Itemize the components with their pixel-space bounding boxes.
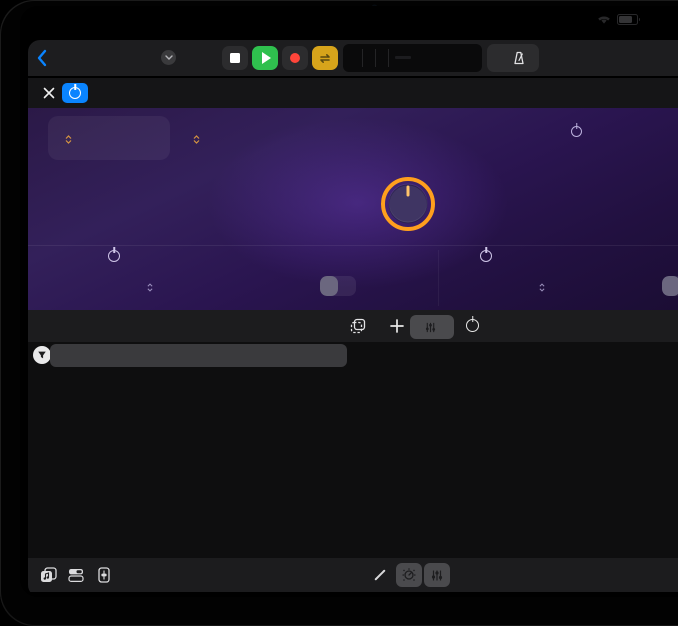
back-chevron-icon[interactable] bbox=[36, 49, 47, 67]
chevron-updown-icon bbox=[539, 283, 545, 292]
pencil-icon[interactable] bbox=[374, 569, 385, 580]
close-icon[interactable] bbox=[43, 87, 55, 99]
power-icon bbox=[571, 126, 582, 137]
low-cut-resonance[interactable] bbox=[256, 274, 312, 277]
pre-button[interactable] bbox=[320, 276, 338, 296]
plugin-power-button[interactable] bbox=[62, 83, 88, 103]
ipad-device bbox=[0, 0, 678, 626]
battery-icon bbox=[617, 14, 638, 25]
chevron-updown-icon bbox=[193, 135, 200, 144]
faders-view-button[interactable] bbox=[424, 563, 450, 587]
funnel-icon bbox=[37, 350, 47, 360]
style-select[interactable] bbox=[176, 116, 266, 160]
play-icon bbox=[262, 52, 271, 64]
metronome-icon[interactable] bbox=[512, 51, 526, 65]
power-icon bbox=[480, 250, 492, 262]
stop-icon bbox=[230, 53, 240, 63]
wifi-icon bbox=[597, 15, 611, 25]
filter-tracks-button[interactable] bbox=[33, 346, 51, 364]
power-icon bbox=[69, 87, 81, 99]
level-control[interactable] bbox=[661, 120, 678, 123]
drive-knob[interactable] bbox=[378, 174, 438, 234]
high-cut-frequency[interactable] bbox=[565, 274, 625, 277]
add-icon[interactable] bbox=[390, 319, 404, 333]
plugin-browser-icon[interactable] bbox=[68, 567, 84, 583]
chevron-updown-icon bbox=[147, 283, 153, 292]
mixer-overview-window[interactable] bbox=[50, 344, 347, 367]
stop-button[interactable] bbox=[222, 46, 248, 70]
chromaglow-plugin-panel bbox=[28, 108, 678, 310]
mixer-power-button[interactable] bbox=[466, 319, 479, 332]
low-cut-prepost-toggle bbox=[320, 276, 356, 296]
model-value bbox=[62, 135, 72, 144]
controls-view-button[interactable] bbox=[396, 563, 422, 587]
power-icon bbox=[108, 250, 120, 262]
lcd-display[interactable] bbox=[343, 44, 482, 72]
loop-browser-icon[interactable] bbox=[40, 567, 57, 583]
duplicate-icon[interactable] bbox=[350, 318, 366, 334]
sliders-icon bbox=[431, 569, 443, 582]
plugin-header bbox=[28, 78, 678, 108]
bypass-power-button[interactable] bbox=[571, 126, 582, 137]
low-cut-frequency[interactable] bbox=[193, 274, 253, 277]
play-button[interactable] bbox=[252, 46, 278, 70]
knob-icon bbox=[402, 568, 416, 582]
high-cut-power-button[interactable] bbox=[480, 250, 492, 262]
mixer-panel bbox=[28, 342, 678, 558]
mixer-toolbar bbox=[28, 310, 678, 342]
project-menu-button[interactable] bbox=[161, 50, 176, 65]
cycle-loop-icon bbox=[318, 53, 332, 64]
sliders-icon bbox=[425, 322, 436, 333]
pre-button[interactable] bbox=[662, 276, 678, 296]
low-cut-power-button[interactable] bbox=[108, 250, 120, 262]
model-select[interactable] bbox=[48, 116, 170, 160]
post-button[interactable] bbox=[338, 276, 356, 296]
status-bar bbox=[20, 6, 678, 32]
chevron-updown-icon bbox=[65, 135, 72, 144]
bottom-toolbar bbox=[28, 558, 678, 592]
screen bbox=[20, 6, 678, 597]
high-cut-prepost-toggle bbox=[662, 276, 678, 296]
record-button[interactable] bbox=[282, 46, 308, 70]
app-window bbox=[28, 40, 678, 597]
cycle-button[interactable] bbox=[312, 46, 338, 70]
channel-strip-icon[interactable] bbox=[98, 567, 110, 583]
style-value bbox=[190, 135, 200, 144]
power-icon bbox=[466, 319, 479, 332]
low-cut-slope[interactable] bbox=[108, 274, 188, 292]
mix-view-button[interactable] bbox=[410, 315, 454, 339]
count-in-group bbox=[487, 44, 539, 72]
chevron-down-icon bbox=[165, 55, 173, 60]
record-icon bbox=[290, 53, 300, 63]
transport-bar bbox=[28, 40, 678, 76]
